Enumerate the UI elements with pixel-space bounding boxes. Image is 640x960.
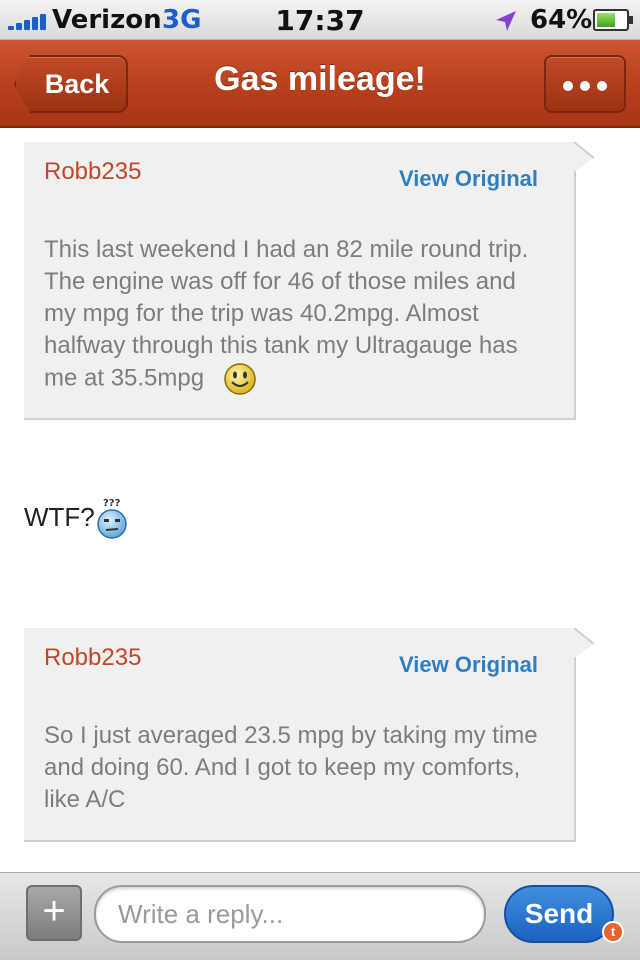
post-body: WTF? ???	[24, 496, 131, 542]
thread-content[interactable]: Robb235 View Original This last weekend …	[0, 130, 640, 872]
notification-badge: t	[602, 921, 624, 943]
status-bar: Verizon 3G 17:37 64%	[0, 0, 640, 40]
quote-author[interactable]: Robb235	[44, 158, 141, 186]
quote-text: So I just averaged 23.5 mpg by taking my…	[44, 722, 538, 813]
quote-block: Robb235 View Original This last weekend …	[24, 142, 594, 420]
add-attachment-button[interactable]: +	[26, 885, 82, 941]
battery-icon	[593, 9, 633, 31]
post-text: WTF?	[24, 501, 95, 532]
nav-bar: Back Gas mileage!	[0, 40, 640, 128]
reply-input[interactable]	[94, 885, 486, 943]
location-arrow-icon	[496, 11, 516, 31]
back-button[interactable]: Back	[14, 55, 128, 113]
smiley-icon	[224, 363, 256, 395]
quote-text-container: So I just averaged 23.5 mpg by taking my…	[44, 720, 554, 816]
send-button[interactable]: Send	[504, 885, 614, 943]
view-original-link[interactable]: View Original	[399, 166, 538, 192]
signal-icon	[8, 12, 48, 30]
quote-block: Robb235 View Original So I just averaged…	[24, 628, 594, 842]
more-options-button[interactable]	[544, 55, 626, 113]
view-original-link[interactable]: View Original	[399, 652, 538, 678]
quote-author[interactable]: Robb235	[44, 644, 141, 672]
status-time: 17:37	[275, 4, 365, 37]
page-title: Gas mileage!	[214, 60, 426, 98]
confused-icon: ???	[97, 498, 127, 539]
battery-percent: 64%	[530, 5, 593, 35]
network-type: 3G	[162, 5, 202, 35]
carrier-name: Verizon	[52, 5, 162, 35]
quote-text: This last weekend I had an 82 mile round…	[44, 236, 529, 392]
quote-text-container: This last weekend I had an 82 mile round…	[44, 234, 554, 396]
reply-bar: + Send t	[0, 872, 640, 960]
more-dots-icon	[563, 81, 573, 91]
plus-icon: +	[42, 889, 66, 933]
svg-text:???: ???	[103, 498, 121, 509]
